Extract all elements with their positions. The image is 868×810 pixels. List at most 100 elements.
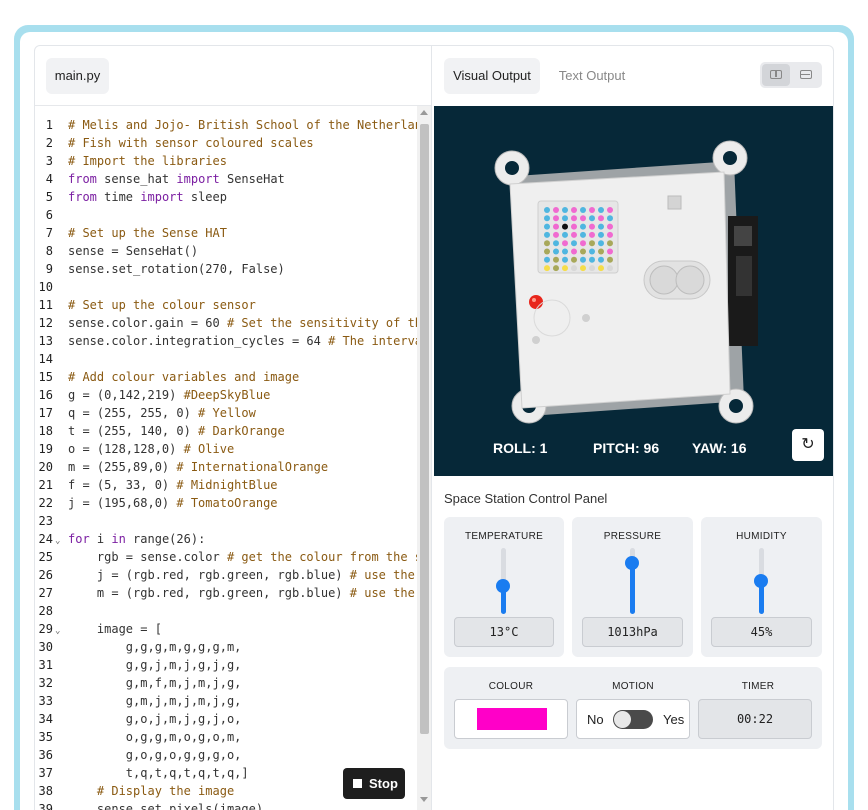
line-number: 29 — [38, 622, 53, 636]
humidity-slider-knob[interactable] — [754, 574, 768, 588]
code-line[interactable]: 25 rgb = sense.color # get the colour fr… — [35, 548, 417, 566]
reset-orientation-button[interactable]: ↻ — [792, 429, 824, 461]
temperature-slider[interactable] — [496, 548, 510, 614]
code-line[interactable]: 5 from time import sleep — [35, 188, 417, 206]
led-pixel — [553, 215, 559, 222]
pitch-readout: PITCH: 96 — [593, 440, 660, 456]
led-pixel — [562, 231, 568, 238]
code-line[interactable]: 2 # Fish with sensor coloured scales — [35, 134, 417, 152]
code-line[interactable]: 6 — [35, 206, 417, 224]
code-line[interactable]: 33 g,m,j,m,j,m,j,g, — [35, 692, 417, 710]
code-line[interactable]: 21 f = (5, 33, 0) # MidnightBlue — [35, 476, 417, 494]
code-line[interactable]: 8 sense = SenseHat() — [35, 242, 417, 260]
button-b[interactable] — [675, 265, 705, 295]
code-area[interactable]: 1 # Melis and Jojo- British School of the… — [35, 116, 417, 810]
code-line[interactable]: 31 g,g,j,m,j,g,j,g, — [35, 656, 417, 674]
code-text: o,g,g,m,o,g,o,m, — [68, 730, 242, 744]
led-pixel — [571, 265, 577, 272]
code-line[interactable]: 35 o,g,g,m,o,g,o,m, — [35, 728, 417, 746]
led-pixel — [589, 256, 595, 263]
fold-chevron-icon[interactable]: ⌄ — [55, 532, 60, 548]
code-line[interactable]: 39 sense.set_pixels(image) — [35, 800, 417, 810]
status-led-highlight — [532, 298, 536, 302]
led-pixel — [607, 215, 613, 222]
led-pixel — [580, 207, 586, 213]
pressure-label: PRESSURE — [603, 531, 662, 542]
led-pixel — [580, 256, 586, 263]
line-number: 8 — [45, 244, 53, 258]
motion-yes-label: Yes — [663, 712, 685, 727]
refresh-icon: ↻ — [801, 436, 815, 453]
code-text: # Set up the colour sensor — [68, 298, 256, 312]
code-line[interactable]: 23 — [35, 512, 417, 530]
line-number: 20 — [38, 460, 53, 474]
code-text: g,o,j,m,j,g,j,o, — [68, 712, 242, 726]
code-line[interactable]: 4 from sense_hat import SenseHat — [35, 170, 417, 188]
code-line[interactable]: 11 # Set up the colour sensor — [35, 296, 417, 314]
pressure-slider-fill — [630, 563, 635, 614]
code-line[interactable]: 9 sense.set_rotation(270, False) — [35, 260, 417, 278]
file-tab-main[interactable]: main.py — [46, 58, 109, 94]
scrollbar-thumb[interactable] — [420, 124, 429, 734]
code-line[interactable]: 20 m = (255,89,0) # InternationalOrange — [35, 458, 417, 476]
code-text: # Fish with sensor coloured scales — [68, 136, 314, 150]
line-number: 19 — [38, 442, 53, 456]
code-text: # Melis and Jojo- British School of the … — [68, 118, 417, 132]
sensor-input-card: COLOUR MOTION No Yes TIMER 00:22 — [444, 667, 822, 749]
code-line[interactable]: 22 j = (195,68,0) # TomatoOrange — [35, 494, 417, 512]
code-text: g,g,j,m,j,g,j,g, — [68, 658, 242, 672]
line-number: 24 — [38, 532, 53, 546]
code-line[interactable]: 24 ⌄ for i in range(26): — [35, 530, 417, 548]
code-line[interactable]: 7 # Set up the Sense HAT — [35, 224, 417, 242]
code-line[interactable]: 26 j = (rgb.red, rgb.green, rgb.blue) # … — [35, 566, 417, 584]
tab-text-output[interactable]: Text Output — [550, 58, 634, 94]
fold-chevron-icon[interactable]: ⌄ — [55, 622, 60, 638]
code-text: sense.color.gain = 60 # Set the sensitiv… — [68, 316, 417, 330]
led-pixel — [562, 223, 568, 230]
led-pixel — [553, 231, 559, 238]
code-line[interactable]: 1 # Melis and Jojo- British School of the… — [35, 116, 417, 134]
code-text: f = (5, 33, 0) # MidnightBlue — [68, 478, 278, 492]
led-pixel — [589, 231, 595, 238]
code-line[interactable]: 29 ⌄ image = [ — [35, 620, 417, 638]
code-line[interactable]: 15 # Add colour variables and image — [35, 368, 417, 386]
astro-pi-model[interactable] — [434, 106, 833, 476]
editor-scrollbar[interactable] — [417, 106, 431, 810]
code-line[interactable]: 10 — [35, 278, 417, 296]
code-line[interactable]: 28 — [35, 602, 417, 620]
split-view-button[interactable] — [762, 64, 790, 86]
code-line[interactable]: 34 g,o,j,m,j,g,j,o, — [35, 710, 417, 728]
stacked-view-icon[interactable] — [800, 70, 812, 79]
code-editor[interactable]: main.py 1 # Melis and Jojo- British Schoo… — [34, 45, 432, 810]
line-number: 39 — [38, 802, 53, 810]
code-line[interactable]: 13 sense.color.integration_cycles = 64 # … — [35, 332, 417, 350]
motion-switch[interactable] — [613, 710, 653, 729]
scroll-up-arrow-icon[interactable] — [420, 110, 428, 115]
code-line[interactable]: 36 g,o,g,o,g,g,g,o, — [35, 746, 417, 764]
code-line[interactable]: 30 g,g,g,m,g,g,g,m, — [35, 638, 417, 656]
code-line[interactable]: 16 g = (0,142,219) #DeepSkyBlue — [35, 386, 417, 404]
colour-picker[interactable] — [454, 699, 568, 739]
scroll-down-arrow-icon[interactable] — [420, 797, 428, 802]
line-number: 34 — [38, 712, 53, 726]
tab-visual-output[interactable]: Visual Output — [444, 58, 540, 94]
code-line[interactable]: 27 m = (rgb.red, rgb.green, rgb.blue) # … — [35, 584, 417, 602]
code-line[interactable]: 18 t = (255, 140, 0) # DarkOrange — [35, 422, 417, 440]
code-line[interactable]: 19 o = (128,128,0) # Olive — [35, 440, 417, 458]
code-line[interactable]: 3 # Import the libraries — [35, 152, 417, 170]
code-line[interactable]: 17 q = (255, 255, 0) # Yellow — [35, 404, 417, 422]
pressure-slider[interactable] — [625, 548, 639, 614]
stop-button[interactable]: Stop — [343, 768, 405, 799]
code-line[interactable]: 14 — [35, 350, 417, 368]
temperature-slider-knob[interactable] — [496, 579, 510, 593]
humidity-slider[interactable] — [754, 548, 768, 614]
pressure-slider-knob[interactable] — [625, 556, 639, 570]
code-line[interactable]: 12 sense.color.gain = 60 # Set the sensit… — [35, 314, 417, 332]
led-pixel — [544, 256, 550, 263]
led-pixel — [544, 215, 550, 222]
button-a[interactable] — [649, 265, 679, 295]
code-text: sense.color.integration_cycles = 64 # Th… — [68, 334, 417, 348]
colour-swatch — [477, 708, 547, 730]
code-text: for i in range(26): — [68, 532, 206, 546]
code-line[interactable]: 32 g,m,f,m,j,m,j,g, — [35, 674, 417, 692]
